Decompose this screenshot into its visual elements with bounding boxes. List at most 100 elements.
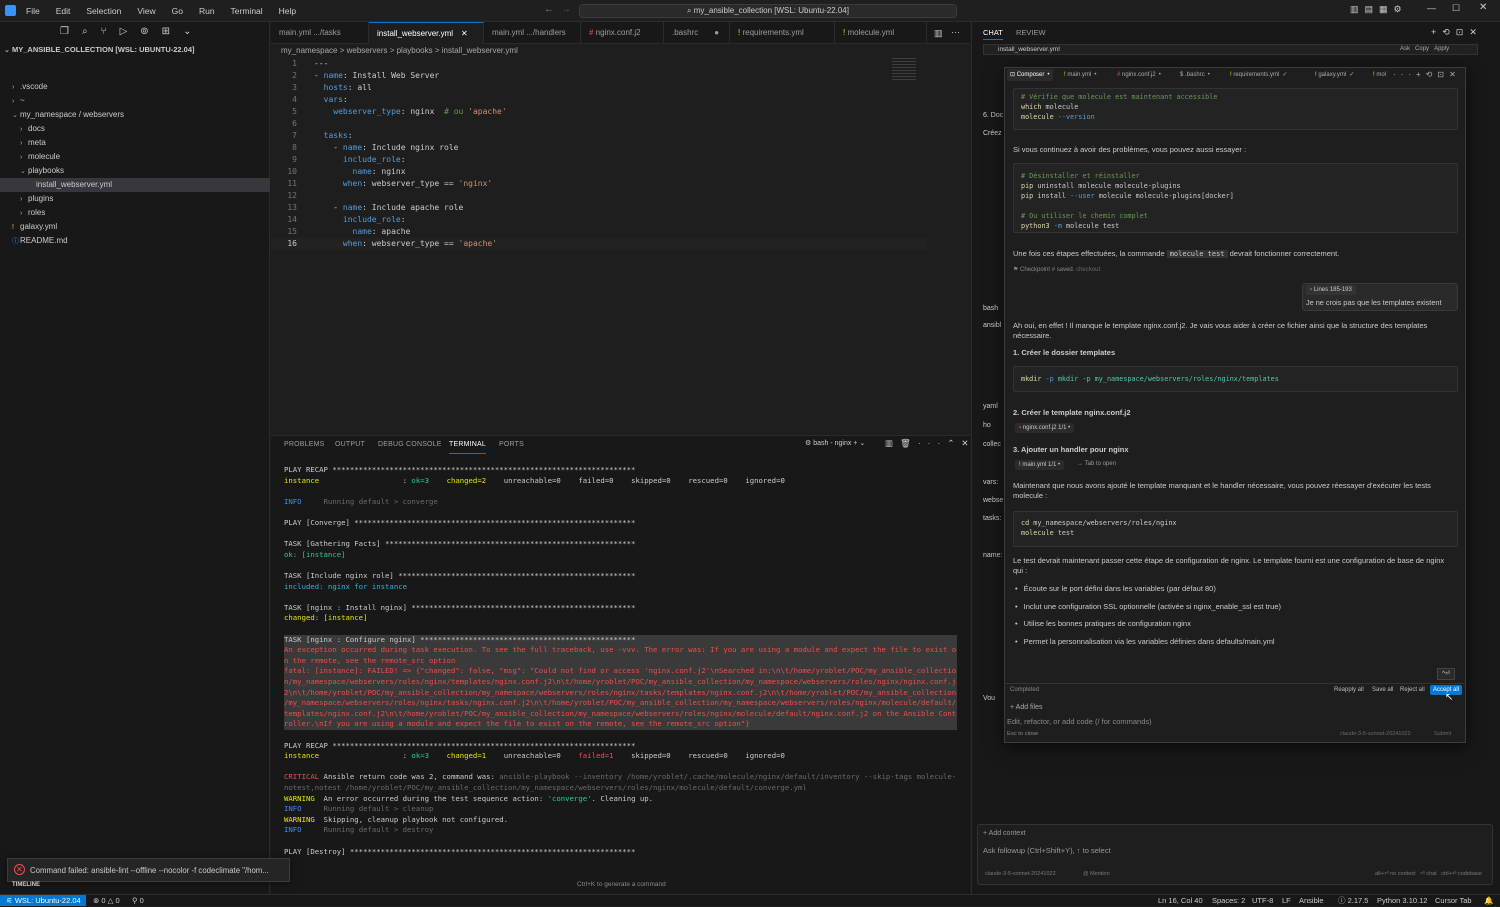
editor-tab[interactable]: main.yml .../handlers [484, 22, 581, 44]
tree-item[interactable]: ⓘREADME.md [0, 234, 270, 248]
tree-item[interactable]: › roles [0, 206, 270, 220]
editor-tab[interactable]: .bashrc ● [664, 22, 730, 44]
terminal-line[interactable]: TASK [Include nginx role] **************… [284, 571, 635, 582]
terminal-line[interactable]: INFO Running default > cleanup [284, 804, 433, 815]
terminal-line[interactable]: n the remote, see the remote_src option [284, 655, 957, 667]
terminal-line[interactable]: PLAY [Destroy] *************************… [284, 847, 635, 858]
tree-item[interactable]: ⌄ playbooks [0, 164, 270, 178]
code-line[interactable]: 16 when: webserver_type == 'apache' [271, 238, 926, 250]
tree-item[interactable]: › plugins [0, 192, 270, 206]
terminal-actions[interactable]: ▥🗑···⌃✕ [885, 438, 976, 449]
more-actions-icon[interactable]: ··· [951, 27, 960, 37]
eol[interactable]: LF [1282, 895, 1291, 907]
apply-button[interactable]: Apply [1434, 46, 1449, 52]
tree-item[interactable]: › ~ [0, 94, 270, 108]
language-mode[interactable]: Ansible [1299, 895, 1324, 907]
close-icon[interactable]: ✕ [461, 29, 468, 38]
problems-indicator[interactable]: ⊗ 0 △ 0 [93, 895, 120, 907]
terminal-line[interactable]: templates/nginx.conf.j2\n\t/home/yroblet… [284, 708, 957, 720]
tree-item[interactable]: › .vscode [0, 80, 270, 94]
forward-arrow-icon[interactable]: → [561, 4, 571, 15]
shortcut-codebase[interactable]: ctrl+⏎ codebase [1441, 871, 1482, 877]
file-chip-main[interactable]: ! main.yml 1/1 • [1015, 460, 1065, 470]
terminal-line[interactable]: notest,notest /home/yroblet/POC/my_ansib… [284, 783, 807, 794]
split-editor-icon[interactable]: ▥ [934, 28, 943, 39]
code-line[interactable]: 15 name: apache [271, 226, 410, 238]
code-line[interactable]: 6 [271, 118, 314, 130]
ports-indicator[interactable]: ⚲ 0 [132, 895, 144, 907]
mention-button[interactable]: @ Mention [1083, 871, 1110, 877]
back-arrow-icon[interactable]: ← [544, 4, 554, 15]
menu-selection[interactable]: Selection [78, 6, 129, 16]
checkout-link[interactable]: checkout [1076, 267, 1100, 273]
encoding[interactable]: UTF-8 [1252, 895, 1273, 907]
menu-terminal[interactable]: Terminal [223, 6, 271, 16]
add-terminal-icon[interactable]: + [853, 440, 857, 447]
code-line[interactable]: 1 --- [271, 58, 328, 70]
code-line[interactable]: 5 webserver_type: nginx # ou 'apache' [271, 106, 507, 118]
minimap[interactable] [892, 58, 916, 80]
code-line[interactable]: 12 [271, 190, 314, 202]
terminal-line[interactable]: An exception occurred during task execut… [284, 645, 957, 656]
composer-tab[interactable]: ⊡ Composer • [1007, 69, 1053, 81]
terminal-line[interactable]: 2\n\t/home/yroblet/POC/my_ansible_collec… [284, 687, 957, 699]
modified-dot-icon[interactable]: ● [714, 28, 719, 37]
file-chip-nginx[interactable]: ▪ nginx.conf.j2 1/1 • [1015, 423, 1075, 433]
maximize-button[interactable]: ☐ [1452, 3, 1460, 14]
files-icon[interactable]: ❐ [60, 26, 82, 37]
tree-item[interactable]: ⌄ my_namespace / webservers [0, 108, 270, 122]
terminal-line[interactable]: TASK [nginx : Install nginx] ***********… [284, 603, 635, 614]
chat-tab-review[interactable]: REVIEW [1016, 28, 1046, 37]
menu-go[interactable]: Go [164, 6, 191, 16]
timeline-header[interactable]: TIMELINE [12, 882, 40, 888]
tree-item[interactable]: install_webserver.yml [0, 178, 270, 192]
terminal-line[interactable]: CRITICAL Ansible return code was 2, comm… [284, 772, 956, 783]
layout-icons[interactable]: ▥▤▦⚙ [1350, 4, 1408, 15]
add-files-button[interactable]: + Add files [1010, 704, 1043, 711]
terminal-line[interactable]: instance : ok=3 changed=1 unreachable=0 … [284, 751, 785, 762]
error-toast[interactable]: ✕ Command failed: ansible-lint --offline… [7, 858, 290, 882]
panel-tab-output[interactable]: OUTPUT [335, 436, 365, 454]
terminal-line[interactable]: changed: [instance] [284, 613, 367, 624]
cursor-position[interactable]: Ln 16, Col 40 [1158, 895, 1203, 907]
chat-tab-chat[interactable]: CHAT [983, 28, 1003, 40]
code-line[interactable]: 9 include_role: [271, 154, 405, 166]
explorer-root[interactable]: ⌄ MY_ANSIBLE_COLLECTION [WSL: UBUNTU-22.0… [4, 45, 195, 54]
composer-tab[interactable]: $ .bashrc • [1180, 69, 1210, 81]
terminal-line[interactable]: instance : ok=3 changed=2 unreachable=0 … [284, 476, 785, 487]
indentation[interactable]: Spaces: 2 [1212, 895, 1245, 907]
search-view-icon[interactable]: ⌕ [82, 26, 101, 37]
terminal-line[interactable]: roller.\nIf you are using a module and e… [284, 719, 957, 730]
composer-tab[interactable]: ! requirements.yml ✓ [1230, 69, 1287, 81]
extensions-icon[interactable]: ⊞ [162, 26, 183, 37]
breadcrumb[interactable]: my_namespace > webservers > playbooks > … [271, 44, 970, 57]
code-line[interactable]: 14 include_role: [271, 214, 405, 226]
chevron-down-icon[interactable]: ⌄ [183, 26, 204, 37]
save-all-button[interactable]: Save all [1372, 687, 1393, 693]
chat-copy-actions[interactable]: Ask Copy Apply [1400, 46, 1449, 52]
terminal-line[interactable]: WARNING An error occurred during the tes… [284, 794, 653, 805]
followup-model-select[interactable]: claude-3-5-sonnet-20241022 [985, 871, 1056, 877]
composer-tab[interactable]: ! mol [1373, 69, 1386, 81]
terminal-line[interactable]: INFO Running default > destroy [284, 825, 433, 836]
panel-tab-problems[interactable]: PROBLEMS [284, 436, 325, 454]
reapply-all-button[interactable]: Reapply all [1334, 687, 1364, 693]
python-version[interactable]: Python 3.10.12 [1377, 895, 1427, 907]
menu-run[interactable]: Run [191, 6, 223, 16]
menu-view[interactable]: View [129, 6, 163, 16]
code-line[interactable]: 10 name: nginx [271, 166, 405, 178]
code-line[interactable]: 4 vars: [271, 94, 348, 106]
composer-tab-actions[interactable]: ···+⟲⊡✕ [1393, 70, 1461, 79]
notifications-icon[interactable]: 🔔 [1484, 895, 1493, 907]
composer-tab[interactable]: # nginx.conf.j2 • [1117, 69, 1161, 81]
editor-tab[interactable]: ! requirements.yml [730, 22, 835, 44]
terminal-line[interactable]: TASK [nginx : Configure nginx] *********… [284, 634, 957, 646]
tree-item[interactable]: ! galaxy.yml [0, 220, 270, 234]
terminal-line[interactable]: INFO Running default > converge [284, 497, 438, 508]
editor-tab[interactable]: # nginx.conf.j2 [581, 22, 664, 44]
editor-tab[interactable]: ! molecule.yml [835, 22, 927, 44]
run-debug-icon[interactable]: ▷ [120, 26, 141, 37]
enter-shortcut[interactable]: ^⏎ [1437, 668, 1455, 680]
code-line[interactable]: 11 when: webserver_type == 'nginx' [271, 178, 492, 190]
panel-tab-debug-console[interactable]: DEBUG CONSOLE [378, 436, 442, 454]
